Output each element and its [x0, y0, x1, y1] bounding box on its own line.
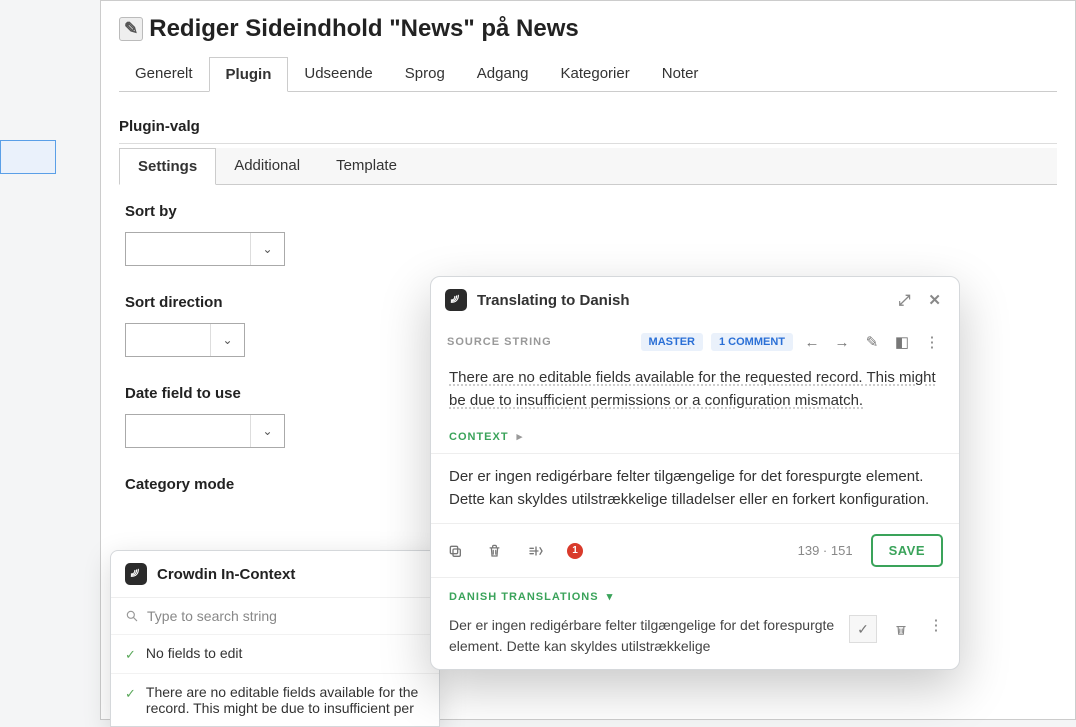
tab-sprog[interactable]: Sprog	[389, 57, 461, 91]
chevron-down-icon: ⌄	[250, 233, 284, 265]
search-icon	[125, 609, 139, 623]
incontext-item-text: No fields to edit	[146, 645, 243, 661]
check-icon: ✓	[125, 647, 136, 663]
tree-selection-stub	[0, 140, 56, 174]
incontext-header: Crowdin In-Context	[111, 551, 439, 597]
char-counter: 139 · 151	[798, 543, 853, 558]
danish-translation-text: Der er ingen redigérbare felter tilgænge…	[449, 615, 839, 657]
incontext-item[interactable]: ✓ No fields to edit	[111, 634, 439, 673]
source-string-row: SOURCE STRING MASTER 1 COMMENT ← → ✎ ◧ ⋮	[431, 327, 959, 357]
delete-translation-icon[interactable]	[887, 615, 915, 643]
chevron-right-icon: ▸	[513, 431, 524, 443]
tab-kategorier[interactable]: Kategorier	[545, 57, 646, 91]
danish-translations-header[interactable]: DANISH TRANSLATIONS ▾	[431, 578, 959, 609]
comments-badge[interactable]: 1 COMMENT	[711, 333, 793, 351]
danish-translation-item[interactable]: Der er ingen redigérbare felter tilgænge…	[431, 609, 959, 669]
trash-icon[interactable]	[487, 543, 509, 559]
close-icon[interactable]: ✕	[924, 289, 945, 311]
master-badge[interactable]: MASTER	[641, 333, 703, 351]
chevron-down-icon: ▾	[603, 591, 614, 603]
incontext-item-text: There are no editable fields available f…	[146, 684, 425, 716]
translation-input[interactable]: Der er ingen redigérbare felter tilgænge…	[431, 454, 959, 524]
next-arrow-icon[interactable]: →	[831, 334, 853, 351]
modal-title: Translating to Danish	[477, 292, 630, 309]
page-title: ✎ Rediger Sideindhold "News" på News	[119, 15, 1057, 43]
page-title-text: Rediger Sideindhold "News" på News	[149, 15, 579, 43]
layout-icon[interactable]: ◧	[891, 333, 913, 351]
label-sort-by: Sort by	[125, 203, 1057, 220]
field-sort-by: Sort by ⌄	[125, 203, 1057, 266]
plugin-section-header: Plugin-valg	[119, 110, 1057, 144]
prev-arrow-icon[interactable]: ←	[801, 334, 823, 351]
tab-noter[interactable]: Noter	[646, 57, 715, 91]
incontext-title: Crowdin In-Context	[157, 566, 295, 583]
more-icon[interactable]: ⋮	[921, 333, 943, 351]
subtab-additional[interactable]: Additional	[216, 148, 318, 184]
crowdin-logo-icon	[125, 563, 147, 585]
copy-source-icon[interactable]	[447, 543, 469, 559]
plugin-subtab-row: Settings Additional Template	[119, 148, 1057, 185]
incontext-item[interactable]: ✓ There are no editable fields available…	[111, 673, 439, 726]
translation-modal: Translating to Danish ⤢ ✕ SOURCE STRING …	[430, 276, 960, 670]
select-sort-direction[interactable]: ⌄	[125, 323, 245, 357]
incontext-search[interactable]: Type to search string	[111, 597, 439, 634]
source-text: There are no editable fields available f…	[431, 357, 959, 426]
translation-toolbar: 1 139 · 151 SAVE	[431, 524, 959, 578]
pencil-icon[interactable]: ✎	[861, 333, 883, 351]
tab-udseende[interactable]: Udseende	[288, 57, 388, 91]
approve-button[interactable]: ✓	[849, 615, 877, 643]
context-row[interactable]: CONTEXT ▸	[431, 426, 959, 454]
crowdin-logo-icon	[445, 289, 467, 311]
main-tab-row: Generelt Plugin Udseende Sprog Adgang Ka…	[119, 57, 1057, 92]
select-sort-by[interactable]: ⌄	[125, 232, 285, 266]
tm-icon[interactable]	[527, 543, 549, 559]
check-icon: ✓	[125, 686, 136, 702]
tab-generelt[interactable]: Generelt	[119, 57, 209, 91]
subtab-settings[interactable]: Settings	[119, 148, 216, 185]
search-placeholder: Type to search string	[147, 608, 277, 624]
select-date-field[interactable]: ⌄	[125, 414, 285, 448]
context-label: CONTEXT	[449, 431, 509, 443]
chevron-down-icon: ⌄	[250, 415, 284, 447]
chevron-down-icon: ⌄	[210, 324, 244, 356]
source-string-label: SOURCE STRING	[447, 336, 633, 348]
expand-icon[interactable]: ⤢	[894, 290, 914, 311]
issues-badge[interactable]: 1	[567, 543, 583, 559]
edit-icon: ✎	[119, 17, 143, 41]
tab-plugin[interactable]: Plugin	[209, 57, 289, 92]
crowdin-incontext-panel: Crowdin In-Context Type to search string…	[110, 550, 440, 727]
danish-translations-label: DANISH TRANSLATIONS	[449, 591, 599, 603]
subtab-template[interactable]: Template	[318, 148, 415, 184]
tab-adgang[interactable]: Adgang	[461, 57, 545, 91]
more-icon[interactable]: ⋮	[925, 615, 947, 638]
save-button[interactable]: SAVE	[871, 534, 943, 567]
modal-header: Translating to Danish ⤢ ✕	[431, 277, 959, 323]
